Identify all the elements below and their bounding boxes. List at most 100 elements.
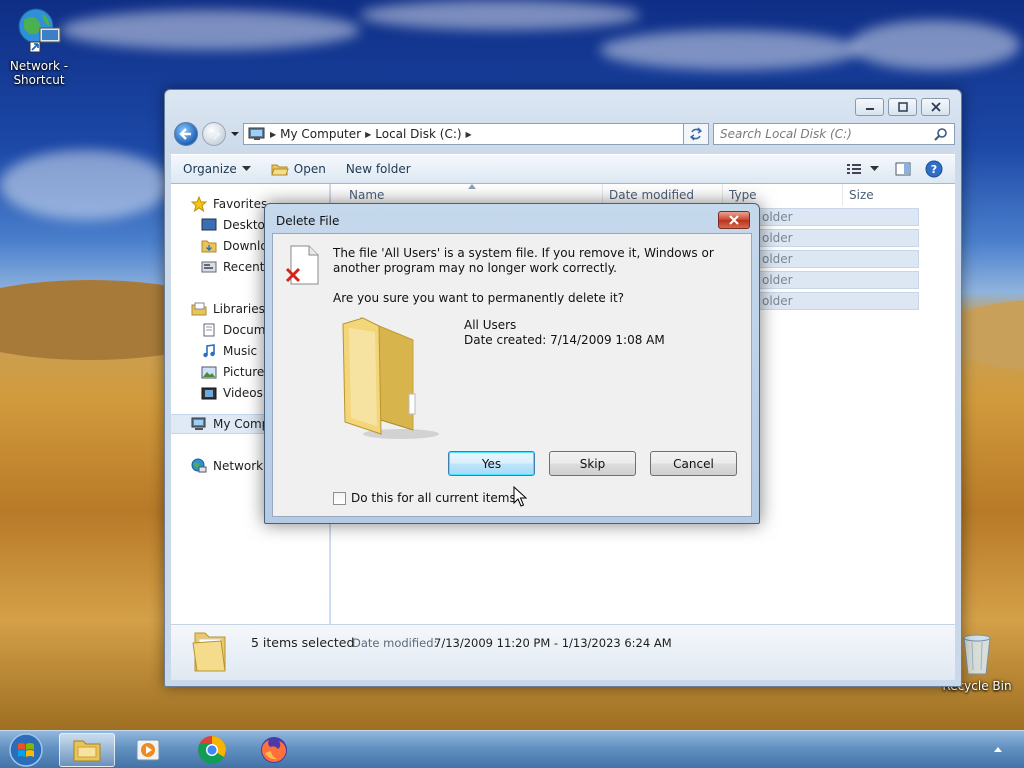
taskbar-chrome[interactable] bbox=[184, 733, 240, 767]
list-view-icon bbox=[847, 164, 861, 174]
help-icon: ? bbox=[925, 160, 943, 178]
warning-message: The file 'All Users' is a system file. I… bbox=[333, 246, 714, 275]
mouse-pointer-icon bbox=[513, 486, 527, 507]
nav-music[interactable]: Music bbox=[201, 341, 257, 361]
nav-videos[interactable]: Videos bbox=[201, 383, 263, 403]
large-folder-icon bbox=[342, 317, 439, 439]
help-button[interactable]: ? bbox=[921, 155, 955, 183]
close-icon bbox=[930, 102, 941, 112]
libraries-icon bbox=[191, 302, 207, 316]
search-box[interactable]: Search Local Disk (C:) bbox=[713, 123, 955, 145]
navigation-row: ▶ My Computer ▶ Local Disk (C:) ▶ Search… bbox=[173, 121, 955, 147]
open-button[interactable]: Open bbox=[261, 155, 336, 183]
skip-button[interactable]: Skip bbox=[549, 451, 636, 476]
restore-button[interactable] bbox=[888, 98, 917, 116]
globe-monitor-icon bbox=[18, 8, 61, 53]
address-bar[interactable]: ▶ My Computer ▶ Local Disk (C:) ▶ bbox=[243, 123, 709, 145]
system-file-warning-icon bbox=[285, 245, 319, 285]
taskbar bbox=[0, 730, 1024, 768]
network-shortcut-desktop-icon[interactable]: Network - Shortcut bbox=[2, 6, 76, 87]
network-shortcut-label: Network - Shortcut bbox=[9, 59, 69, 87]
folder-stack-icon bbox=[192, 632, 226, 672]
chrome-icon bbox=[198, 736, 226, 764]
search-input[interactable]: Search Local Disk (C:) bbox=[720, 127, 934, 141]
back-button[interactable] bbox=[174, 122, 198, 146]
nav-pictures[interactable]: Pictures bbox=[201, 362, 271, 382]
taskbar-firefox[interactable] bbox=[246, 733, 302, 767]
view-options-button[interactable] bbox=[840, 155, 885, 183]
downloads-folder-icon bbox=[201, 240, 217, 253]
table-row[interactable]: older bbox=[751, 250, 919, 268]
apply-to-all-option[interactable]: Do this for all current items bbox=[333, 491, 516, 505]
recent-pages-chevron-icon[interactable] bbox=[230, 130, 240, 138]
nav-libraries[interactable]: Libraries bbox=[191, 299, 265, 319]
new-folder-button[interactable]: New folder bbox=[336, 155, 421, 183]
organize-button[interactable]: Organize bbox=[171, 155, 261, 183]
forward-arrow-icon bbox=[209, 128, 221, 140]
command-bar: Organize Open New folder ? bbox=[171, 154, 955, 184]
breadcrumb-my-computer[interactable]: My Computer bbox=[276, 127, 365, 141]
column-header-size[interactable]: Size bbox=[843, 184, 943, 206]
new-folder-label: New folder bbox=[345, 162, 411, 176]
table-row[interactable]: older bbox=[751, 229, 919, 247]
start-button[interactable] bbox=[6, 733, 46, 767]
documents-icon bbox=[203, 323, 215, 337]
cloud bbox=[600, 30, 860, 70]
table-row[interactable]: older bbox=[751, 292, 919, 310]
minimize-button[interactable] bbox=[855, 98, 884, 116]
nav-documents[interactable]: Docume bbox=[201, 320, 273, 340]
table-row[interactable]: older bbox=[751, 208, 919, 226]
cloud bbox=[0, 150, 170, 220]
taskbar-explorer[interactable] bbox=[59, 733, 115, 767]
close-button[interactable] bbox=[921, 98, 950, 116]
dialog-body: The file 'All Users' is a system file. I… bbox=[272, 233, 752, 517]
file-date-created: Date created: 7/14/2009 1:08 AM bbox=[464, 333, 665, 347]
desktop-icon bbox=[201, 218, 217, 231]
computer-icon bbox=[191, 417, 206, 430]
back-arrow-icon bbox=[179, 128, 191, 140]
folder-open-icon bbox=[271, 164, 289, 176]
media-player-icon bbox=[136, 739, 160, 761]
breadcrumb-local-disk[interactable]: Local Disk (C:) bbox=[371, 127, 465, 141]
cloud bbox=[850, 20, 1020, 70]
show-hidden-icons-icon[interactable] bbox=[993, 746, 1003, 753]
delete-file-dialog: Delete File The file 'All Users' is a sy… bbox=[264, 203, 760, 524]
search-icon[interactable] bbox=[934, 127, 948, 141]
recycle-bin-icon bbox=[963, 634, 991, 675]
details-pane: 5 items selected Date modified: 7/13/200… bbox=[171, 624, 955, 680]
minimize-icon bbox=[865, 108, 874, 110]
nav-network[interactable]: Network bbox=[191, 456, 263, 476]
yes-button[interactable]: Yes bbox=[448, 451, 535, 476]
dialog-close-button[interactable] bbox=[718, 211, 750, 229]
selection-count: 5 items selected bbox=[251, 635, 355, 650]
firefox-icon bbox=[261, 737, 287, 763]
chevron-down-icon bbox=[870, 166, 879, 171]
computer-icon bbox=[248, 127, 265, 140]
star-icon bbox=[191, 196, 207, 212]
nav-downloads[interactable]: Downlo bbox=[201, 236, 268, 256]
open-label: Open bbox=[293, 162, 326, 176]
chevron-down-icon bbox=[241, 166, 251, 171]
nav-desktop[interactable]: Desktop bbox=[201, 215, 273, 235]
apply-to-all-checkbox[interactable] bbox=[333, 491, 346, 505]
table-row[interactable]: older bbox=[751, 271, 919, 289]
taskbar-media-player[interactable] bbox=[121, 733, 177, 767]
date-modified-value: 7/13/2009 11:20 PM - 1/13/2023 6:24 AM bbox=[434, 636, 672, 650]
preview-pane-button[interactable] bbox=[885, 155, 921, 183]
cancel-button[interactable]: Cancel bbox=[650, 451, 737, 476]
confirm-question: Are you sure you want to permanently del… bbox=[333, 291, 625, 305]
cloud bbox=[360, 0, 640, 30]
explorer-folder-icon bbox=[73, 740, 101, 762]
restore-icon bbox=[897, 102, 908, 112]
date-modified-label: Date modified: bbox=[352, 636, 438, 650]
breadcrumb-separator[interactable]: ▶ bbox=[466, 130, 472, 139]
file-name: All Users bbox=[464, 318, 517, 332]
apply-to-all-label: Do this for all current items bbox=[351, 491, 516, 505]
window-controls bbox=[855, 98, 950, 116]
forward-button[interactable] bbox=[202, 122, 226, 146]
refresh-button[interactable] bbox=[683, 123, 709, 145]
preview-pane-icon bbox=[895, 162, 911, 176]
organize-label: Organize bbox=[183, 162, 237, 176]
nav-favorites[interactable]: Favorites bbox=[191, 194, 267, 214]
refresh-icon bbox=[689, 127, 703, 141]
